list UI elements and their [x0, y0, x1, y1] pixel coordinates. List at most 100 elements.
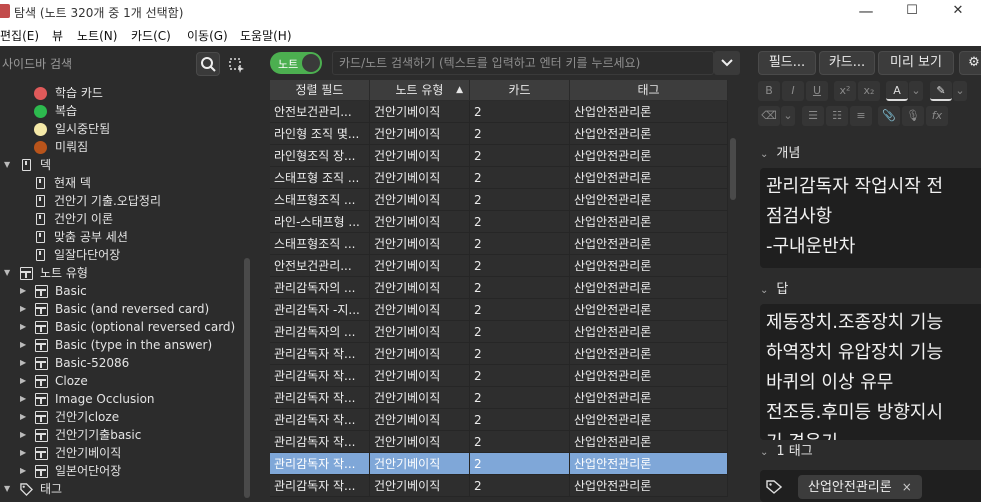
expand-arrow-icon[interactable]: ▶	[20, 300, 30, 318]
expand-arrow-icon[interactable]: ▶	[20, 426, 30, 444]
cards-button[interactable]: 카드...	[819, 51, 875, 75]
column-note-type[interactable]: 노트 유형 ▲	[370, 80, 470, 100]
sidebar-item-deck-vocab[interactable]: 일잘다단어장	[22, 246, 240, 264]
sidebar-item-review[interactable]: 복습	[20, 102, 240, 120]
table-row[interactable]: 관리감독자 작... 건안기베이직 2 산업안전관리론	[270, 343, 728, 365]
table-row[interactable]: 관리감독자의 ... 건안기베이직 2 산업안전관리론	[270, 277, 728, 299]
sidebar-search-button[interactable]	[196, 52, 220, 76]
table-row[interactable]: 안전보건관리... 건안기베이직 2 산업안전관리론	[270, 101, 728, 123]
browser-search-input[interactable]	[332, 51, 714, 75]
field-editor-concept[interactable]: 관리감독자 작업시작 전 점검사항 -구내운반차	[760, 168, 981, 268]
search-history-dropdown[interactable]	[714, 51, 740, 75]
expand-arrow-icon[interactable]: ▶	[20, 390, 30, 408]
expand-arrow-icon[interactable]: ▶	[20, 318, 30, 336]
table-row[interactable]: 라인형 조직 몇... 건안기베이직 2 산업안전관리론	[270, 123, 728, 145]
table-row[interactable]: 관리감독자의 ... 건안기베이직 2 산업안전관리론	[270, 321, 728, 343]
sidebar-item-note-type[interactable]: ▶ Basic (and reversed card)	[20, 300, 240, 318]
sidebar-item-suspended[interactable]: 일시중단됨	[20, 120, 240, 138]
expand-arrow-icon[interactable]: ▶	[20, 336, 30, 354]
sidebar-item-note-type[interactable]: ▶ 건안기cloze	[20, 408, 240, 426]
sidebar-item-note-type[interactable]: ▶ Cloze	[20, 372, 240, 390]
menu-cards[interactable]: 카드(C)	[131, 27, 171, 44]
sidebar-item-new-cards[interactable]: 학습 카드	[20, 84, 240, 102]
sidebar-item-deck-theory[interactable]: 건안기 이론	[22, 210, 240, 228]
column-sort-field[interactable]: 정렬 필드	[270, 80, 370, 100]
minimize-button[interactable]: —	[843, 0, 889, 24]
table-row[interactable]: 라인형조직 장... 건안기베이직 2 산업안전관리론	[270, 145, 728, 167]
field-header-concept[interactable]: ⌄ 개념	[760, 144, 800, 164]
menu-edit[interactable]: 편집(E)	[0, 27, 39, 44]
expand-arrow-icon[interactable]: ▶	[20, 372, 30, 390]
select-tool-button[interactable]	[224, 52, 248, 76]
sidebar-item-note-type[interactable]: ▶ Basic	[20, 282, 240, 300]
function-icon[interactable]: fx	[926, 106, 948, 126]
sidebar-item-note-type[interactable]: ▶ Basic (optional reversed card)	[20, 318, 240, 336]
underline-button[interactable]: U	[806, 81, 828, 101]
expand-arrow-icon[interactable]: ▶	[20, 354, 30, 372]
menu-notes[interactable]: 노트(N)	[77, 27, 117, 44]
sidebar-item-note-type[interactable]: ▶ Basic-52086	[20, 354, 240, 372]
sidebar-item-note-type[interactable]: ▶ Image Occlusion	[20, 390, 240, 408]
unordered-list-icon[interactable]: ☰	[802, 106, 824, 126]
ordered-list-icon[interactable]: ☷	[826, 106, 848, 126]
cards-notes-toggle[interactable]: 노트	[270, 52, 322, 74]
table-row[interactable]: 스태프형 조직 ... 건안기베이직 2 산업안전관리론	[270, 167, 728, 189]
sidebar-item-note-types[interactable]: ▼ 노트 유형	[4, 264, 240, 282]
table-row[interactable]: 관리감독자 작... 건안기베이직 2 산업안전관리론	[270, 387, 728, 409]
sidebar-item-current-deck[interactable]: 현재 덱	[22, 174, 240, 192]
sidebar-item-decks[interactable]: ▼ 덱	[4, 156, 240, 174]
sidebar-item-note-type[interactable]: ▶ 건안기기출basic	[20, 426, 240, 444]
expand-arrow-icon[interactable]: ▶	[20, 462, 30, 480]
sidebar-scrollbar[interactable]	[244, 258, 250, 498]
text-color-button[interactable]: A	[886, 81, 908, 101]
expand-arrow-icon[interactable]: ▶	[20, 408, 30, 426]
collapse-arrow-icon[interactable]: ▼	[4, 480, 14, 498]
table-row[interactable]: 관리감독자 작... 건안기베이직 2 산업안전관리론	[270, 431, 728, 453]
table-row[interactable]: 스태프형조직 ... 건안기베이직 2 산업안전관리론	[270, 233, 728, 255]
table-scrollbar[interactable]	[730, 138, 736, 200]
tags-header[interactable]: ⌄ 1 태그	[760, 442, 813, 462]
expand-arrow-icon[interactable]: ▶	[20, 282, 30, 300]
fields-button[interactable]: 필드...	[758, 51, 816, 75]
menu-go[interactable]: 이동(G)	[187, 27, 228, 44]
remove-tag-icon[interactable]: ×	[902, 480, 912, 494]
tag-chip[interactable]: 산업안전관리론 ×	[798, 475, 922, 499]
attachment-icon[interactable]: 📎	[878, 106, 900, 126]
column-cards[interactable]: 카드	[470, 80, 570, 100]
table-row[interactable]: 관리감독자 작... 건안기베이직 2 산업안전관리론	[270, 475, 728, 497]
eraser-dropdown[interactable]: ⌄	[781, 106, 795, 126]
collapse-arrow-icon[interactable]: ▼	[4, 264, 14, 282]
menu-view[interactable]: 뷰	[52, 27, 63, 44]
table-row[interactable]: 관리감독자 작... 건안기베이직 2 산업안전관리론	[270, 365, 728, 387]
align-icon[interactable]: ≡	[850, 106, 872, 126]
field-header-answer[interactable]: ⌄ 답	[760, 280, 788, 300]
highlight-button[interactable]: ✎	[930, 81, 952, 101]
close-button[interactable]: ✕	[935, 0, 981, 24]
table-row[interactable]: 관리감독자 작... 건안기베이직 2 산업안전관리론	[270, 453, 728, 475]
sidebar-item-tags[interactable]: ▼ 태그	[4, 480, 240, 498]
expand-arrow-icon[interactable]: ▶	[20, 444, 30, 462]
column-tags[interactable]: 태그	[570, 80, 728, 100]
sidebar-item-custom-study[interactable]: 맞춤 공부 세션	[22, 228, 240, 246]
table-row[interactable]: 관리감독자 -지... 건안기베이직 2 산업안전관리론	[270, 299, 728, 321]
table-row[interactable]: 안전보건관리... 건안기베이직 2 산업안전관리론	[270, 255, 728, 277]
table-row[interactable]: 관리감독자 작... 건안기베이직 2 산업안전관리론	[270, 409, 728, 431]
sidebar-search-input[interactable]	[0, 52, 190, 76]
text-color-dropdown[interactable]: ⌄	[909, 81, 923, 101]
superscript-button[interactable]: x²	[834, 81, 856, 101]
collapse-arrow-icon[interactable]: ▼	[4, 156, 14, 174]
preview-button[interactable]: 미리 보기	[878, 51, 954, 75]
sidebar-item-buried[interactable]: 미뤄짐	[20, 138, 240, 156]
maximize-button[interactable]: ☐	[889, 0, 935, 24]
sidebar-item-deck-past-exam[interactable]: 건안기 기출.오답정리	[22, 192, 240, 210]
settings-button[interactable]: ⚙	[959, 51, 981, 75]
microphone-icon[interactable]: 🎙	[902, 106, 924, 126]
menu-help[interactable]: 도움말(H)	[240, 27, 292, 44]
subscript-button[interactable]: x₂	[858, 81, 880, 101]
sidebar-item-note-type[interactable]: ▶ Basic (type in the answer)	[20, 336, 240, 354]
sidebar-item-note-type[interactable]: ▶ 건안기베이직	[20, 444, 240, 462]
highlight-dropdown[interactable]: ⌄	[953, 81, 967, 101]
eraser-icon[interactable]: ⌫	[758, 106, 780, 126]
table-row[interactable]: 스태프형조직 ... 건안기베이직 2 산업안전관리론	[270, 189, 728, 211]
sidebar-item-note-type[interactable]: ▶ 일본어단어장	[20, 462, 240, 480]
